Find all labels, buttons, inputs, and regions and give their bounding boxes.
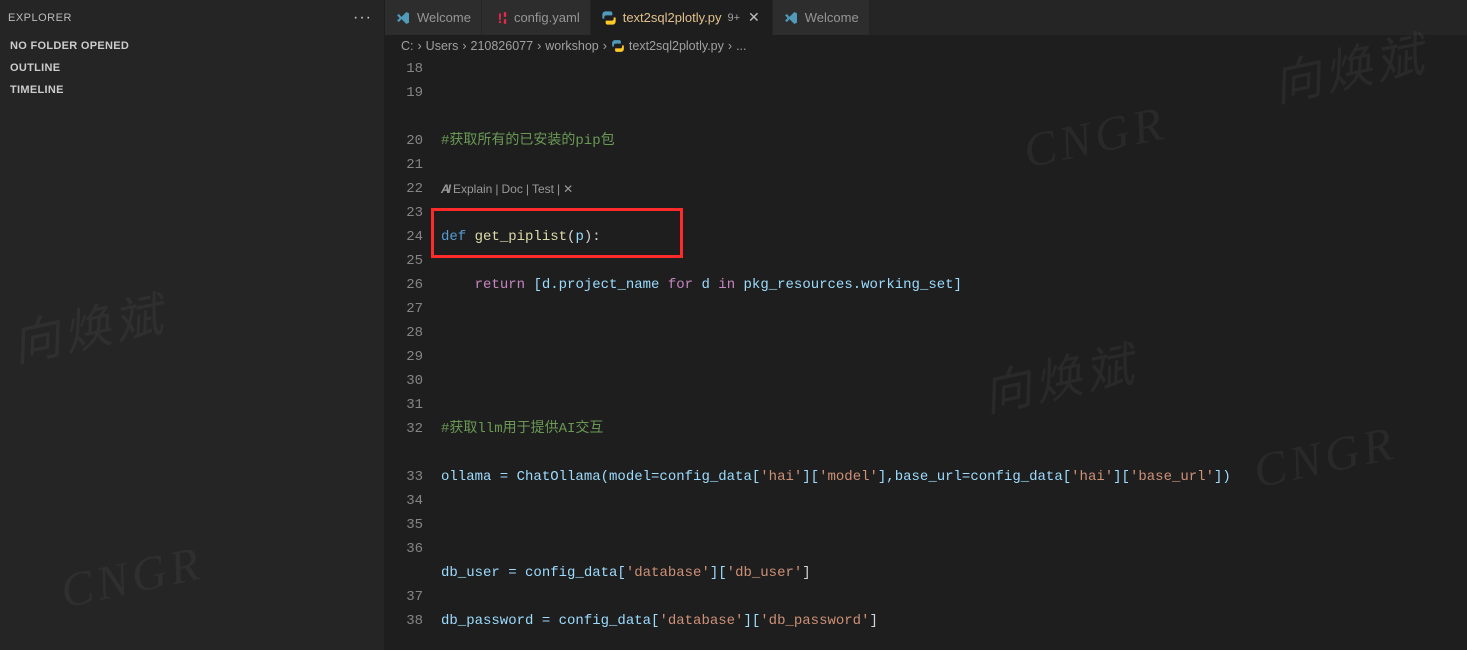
close-icon[interactable]: ✕ [563,182,573,196]
chevron-right-icon: › [537,39,541,53]
vscode-icon [783,10,799,26]
explorer-sidebar: EXPLORER ··· NO FOLDER OPENED OUTLINE TI… [0,0,385,650]
line-number-gutter: 1819202122232425262728293031323334353637… [385,57,441,650]
chevron-right-icon: › [418,39,422,53]
vscode-icon [395,10,411,26]
sidebar-section-no-folder[interactable]: NO FOLDER OPENED [0,35,384,57]
python-icon [611,39,625,53]
breadcrumb-item[interactable]: C: [401,39,414,53]
tab-label: config.yaml [514,10,580,25]
code-comment: #获取llm用于提供AI交互 [441,421,603,437]
tab-label: Welcome [417,10,471,25]
tab-modified-indicator: 9+ [727,12,740,24]
sidebar-section-outline[interactable]: OUTLINE [0,57,384,79]
chevron-right-icon: › [603,39,607,53]
code-comment: #获取所有的已安装的pip包 [441,133,615,149]
code-editor[interactable]: 1819202122232425262728293031323334353637… [385,57,1467,650]
breadcrumb-file[interactable]: text2sql2plotly.py [629,39,724,53]
tab-bar: Welcome ! config.yaml text2sql2plotly.py… [385,0,1467,35]
sidebar-title: EXPLORER [8,12,72,24]
chevron-right-icon: › [728,39,732,53]
tab-label: Welcome [805,10,859,25]
ai-icon: AI [441,182,449,196]
tab-text2sql2plotly[interactable]: text2sql2plotly.py 9+ ✕ [591,0,773,35]
tab-config-yaml[interactable]: ! config.yaml [482,0,591,35]
breadcrumb-item[interactable]: Users [426,39,459,53]
tab-welcome-1[interactable]: Welcome [385,0,482,35]
yaml-icon: ! [492,10,508,26]
codelens[interactable]: AIExplain|Doc|Test|✕ [441,177,1467,201]
chevron-right-icon: › [462,39,466,53]
tab-welcome-2[interactable]: Welcome [773,0,870,35]
breadcrumb-item[interactable]: workshop [545,39,599,53]
more-actions-icon[interactable]: ··· [353,9,372,27]
editor-area: Welcome ! config.yaml text2sql2plotly.py… [385,0,1467,650]
breadcrumb[interactable]: C: › Users › 210826077 › workshop › text… [385,35,1467,57]
tab-label: text2sql2plotly.py [623,10,722,25]
python-icon [601,10,617,26]
breadcrumb-item[interactable]: 210826077 [471,39,534,53]
sidebar-section-timeline[interactable]: TIMELINE [0,79,384,101]
breadcrumb-more[interactable]: ... [736,39,746,53]
sidebar-header: EXPLORER ··· [0,0,384,35]
code-content[interactable]: #获取所有的已安装的pip包 AIExplain|Doc|Test|✕ def … [441,57,1467,650]
close-icon[interactable]: ✕ [746,9,762,26]
